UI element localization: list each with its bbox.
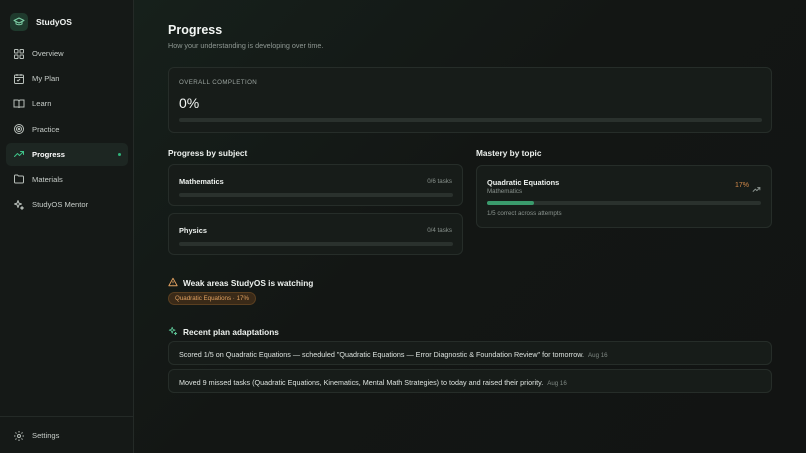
sparkle-icon: [12, 198, 25, 211]
adaptation-item: Moved 9 missed tasks (Quadratic Equation…: [168, 369, 772, 393]
sidebar-item-progress[interactable]: Progress: [6, 142, 128, 166]
plan-adaptations-title: Recent plan adaptations: [183, 327, 279, 337]
sparkle-icon: [168, 323, 178, 341]
overall-completion-value: 0%: [179, 95, 200, 111]
weak-areas-header: Weak areas StudyOS is watching: [168, 274, 313, 292]
subject-progress-bar: [179, 193, 453, 197]
sidebar-item-my-plan[interactable]: My Plan: [6, 67, 128, 90]
settings-label: Settings: [32, 431, 60, 440]
grid-icon: [12, 47, 25, 60]
mastery-by-topic-title: Mastery by topic: [476, 148, 542, 158]
plan-adaptations-header: Recent plan adaptations: [168, 323, 279, 341]
gear-icon: [12, 429, 25, 442]
mastery-card-quadratic-equations[interactable]: Quadratic Equations Mathematics 17% 1/5 …: [476, 165, 772, 228]
adaptation-date: Aug 16: [547, 380, 567, 387]
target-icon: [12, 123, 25, 136]
weak-area-badge[interactable]: Quadratic Equations · 17%: [168, 292, 256, 305]
sidebar-item-practice[interactable]: Practice: [6, 118, 128, 141]
subject-task-count: 0/4 tasks: [427, 227, 452, 234]
sidebar-item-materials[interactable]: Materials: [6, 168, 128, 191]
topic-name: Quadratic Equations: [487, 178, 560, 187]
weak-areas-title: Weak areas StudyOS is watching: [183, 278, 314, 288]
trend-up-icon: [752, 181, 761, 199]
sidebar-nav: Overview My Plan Learn Practice Progress: [6, 42, 128, 218]
subject-card-physics[interactable]: Physics 0/4 tasks: [168, 213, 463, 255]
folder-icon: [12, 173, 25, 186]
subject-name: Mathematics: [179, 177, 224, 186]
sidebar: StudyOS Overview My Plan Learn Practice: [0, 0, 134, 453]
topic-mastery-bar: [487, 201, 761, 205]
sidebar-divider: [0, 416, 133, 417]
book-icon: [12, 97, 25, 110]
page-subtitle: How your understanding is developing ove…: [168, 41, 324, 50]
subject-card-mathematics[interactable]: Mathematics 0/6 tasks: [168, 164, 463, 206]
adaptation-date: Aug 16: [588, 352, 608, 359]
adaptation-row: Moved 9 missed tasks (Quadratic Equation…: [179, 378, 567, 387]
page-title: Progress: [168, 23, 223, 37]
warning-icon: [168, 274, 178, 292]
sidebar-item-learn[interactable]: Learn: [6, 92, 128, 115]
adaptation-text: Scored 1/5 on Quadratic Equations — sche…: [179, 350, 585, 359]
trend-icon: [12, 148, 25, 161]
adaptation-text: Moved 9 missed tasks (Quadratic Equation…: [179, 378, 544, 387]
topic-attempts: 1/5 correct across attempts: [487, 210, 562, 217]
adaptation-row: Scored 1/5 on Quadratic Equations — sche…: [179, 350, 608, 359]
sidebar-item-label: Learn: [32, 99, 52, 109]
main-content: Progress How your understanding is devel…: [134, 0, 806, 453]
overall-completion-card: OVERALL COMPLETION 0%: [168, 67, 772, 133]
sidebar-item-label: Practice: [32, 124, 60, 134]
sidebar-item-label: Overview: [32, 49, 64, 58]
overall-progress-bar: [179, 118, 762, 122]
subject-name: Physics: [179, 226, 207, 235]
brand[interactable]: StudyOS: [10, 12, 72, 32]
brand-name: StudyOS: [36, 17, 72, 27]
sidebar-item-overview[interactable]: Overview: [6, 42, 128, 65]
topic-subject: Mathematics: [487, 188, 523, 195]
graduation-cap-icon: [10, 13, 28, 31]
subject-task-count: 0/6 tasks: [427, 178, 452, 185]
topic-mastery-fill: [487, 201, 534, 205]
progress-by-subject-title: Progress by subject: [168, 148, 248, 158]
settings-link[interactable]: Settings: [12, 429, 59, 442]
sidebar-item-label: StudyOS Mentor: [32, 200, 89, 210]
overall-completion-label: OVERALL COMPLETION: [179, 79, 258, 86]
sidebar-item-mentor[interactable]: StudyOS Mentor: [6, 193, 128, 216]
sidebar-item-label: Materials: [32, 174, 63, 184]
sidebar-item-label: My Plan: [32, 74, 60, 84]
active-indicator: [118, 152, 121, 156]
topic-mastery-percent: 17%: [734, 182, 749, 189]
adaptation-item: Scored 1/5 on Quadratic Equations — sche…: [168, 341, 772, 365]
sidebar-item-label: Progress: [32, 149, 65, 159]
calendar-icon: [12, 72, 25, 85]
subject-progress-bar: [179, 242, 453, 246]
